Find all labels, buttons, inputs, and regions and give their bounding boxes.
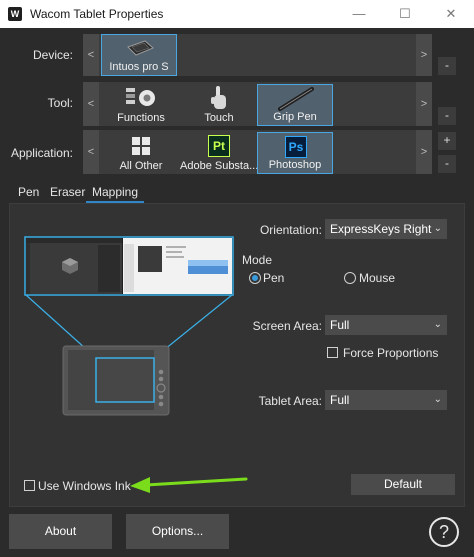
device-prev-arrow[interactable]: <: [83, 34, 99, 76]
application-add-button[interactable]: +: [438, 132, 456, 150]
tablet-icon: [127, 40, 154, 56]
help-icon[interactable]: ?: [429, 517, 459, 547]
application-item-photoshop[interactable]: Ps Photoshop: [257, 132, 333, 174]
orientation-label: Orientation:: [259, 223, 322, 237]
mode-mouse-label: Mouse: [359, 271, 396, 285]
functions-icon: [126, 88, 155, 106]
tool-strip: Functions Touch Grip Pen: [99, 82, 416, 126]
screen-area-label: Screen Area:: [252, 319, 322, 333]
device-next-arrow[interactable]: >: [416, 34, 432, 76]
application-item-label: Photoshop: [268, 159, 322, 171]
tool-next-arrow[interactable]: >: [416, 82, 432, 126]
application-prev-arrow[interactable]: <: [83, 130, 99, 174]
tool-item-touch[interactable]: Touch: [180, 84, 258, 126]
minimize-button[interactable]: —: [336, 0, 382, 28]
tablet-area-value: Full: [330, 393, 350, 407]
application-item-adobe-substance[interactable]: Pt Adobe Substa...: [180, 132, 258, 174]
application-item-label: Adobe Substa...: [180, 160, 259, 172]
mode-pen-radio[interactable]: [249, 272, 261, 284]
tool-prev-arrow[interactable]: <: [83, 82, 99, 126]
use-windows-ink-checkbox[interactable]: [24, 480, 35, 491]
device-item-intuos-pro-s[interactable]: Intuos pro S: [101, 34, 177, 76]
photoshop-app-icon: Ps: [285, 136, 307, 158]
options-button[interactable]: Options...: [126, 514, 229, 549]
tool-remove-button[interactable]: -: [438, 107, 456, 125]
chevron-down-icon: ⌄: [433, 394, 442, 405]
chevron-down-icon: ⌄: [433, 319, 442, 330]
touch-hand-icon: [211, 86, 226, 109]
application-label: Application:: [10, 146, 73, 160]
force-proportions-label: Force Proportions: [343, 346, 439, 360]
title-bar: W Wacom Tablet Properties — ☐ ✕: [0, 0, 474, 28]
device-strip: Intuos pro S: [99, 34, 416, 76]
application-strip: All Other Pt Adobe Substa... Ps Photosho…: [99, 130, 416, 174]
tablet-area-label: Tablet Area:: [258, 394, 322, 408]
all-apps-icon: [132, 137, 150, 155]
annotation-arrow-icon: [130, 477, 248, 493]
wacom-logo-icon: W: [8, 7, 22, 21]
tool-item-label: Functions: [117, 112, 165, 124]
application-item-all-other[interactable]: All Other: [102, 132, 180, 174]
tool-label: Tool:: [47, 96, 73, 110]
mode-mouse-radio[interactable]: [344, 272, 356, 284]
tool-item-functions[interactable]: Functions: [102, 84, 180, 126]
mapping-preview-graphic: [24, 236, 234, 416]
tablet-area-dropdown[interactable]: Full ⌄: [325, 390, 447, 410]
force-proportions-checkbox[interactable]: [327, 347, 338, 358]
window-title: Wacom Tablet Properties: [30, 7, 164, 21]
orientation-dropdown[interactable]: ExpressKeys Right ⌄: [325, 219, 447, 239]
application-remove-button[interactable]: -: [438, 155, 456, 173]
default-button[interactable]: Default: [351, 474, 455, 495]
screen-area-value: Full: [330, 318, 350, 332]
about-button[interactable]: About: [9, 514, 112, 549]
tab-pen[interactable]: Pen: [12, 183, 45, 203]
orientation-value: ExpressKeys Right: [330, 222, 432, 236]
close-button[interactable]: ✕: [428, 0, 474, 28]
tab-eraser[interactable]: Eraser: [44, 183, 91, 203]
chevron-down-icon: ⌄: [433, 223, 442, 234]
mode-pen-label: Pen: [263, 271, 285, 285]
tool-item-grip-pen[interactable]: Grip Pen: [257, 84, 333, 126]
screen-area-dropdown[interactable]: Full ⌄: [325, 315, 447, 335]
pen-icon: [278, 87, 314, 111]
use-windows-ink-label: Use Windows Ink: [38, 479, 131, 493]
application-next-arrow[interactable]: >: [416, 130, 432, 174]
tool-item-label: Touch: [204, 112, 234, 124]
application-item-label: All Other: [119, 160, 163, 172]
maximize-button[interactable]: ☐: [382, 0, 428, 28]
tab-mapping[interactable]: Mapping: [86, 183, 145, 203]
device-remove-button[interactable]: -: [438, 57, 456, 75]
substance-app-icon: Pt: [208, 135, 230, 157]
device-label: Device:: [32, 48, 73, 62]
device-item-label: Intuos pro S: [109, 61, 169, 73]
mode-label: Mode: [242, 253, 273, 267]
tool-item-label: Grip Pen: [273, 111, 317, 123]
mapping-panel: Orientation: ExpressKeys Right ⌄ Mode Pe…: [9, 203, 465, 507]
